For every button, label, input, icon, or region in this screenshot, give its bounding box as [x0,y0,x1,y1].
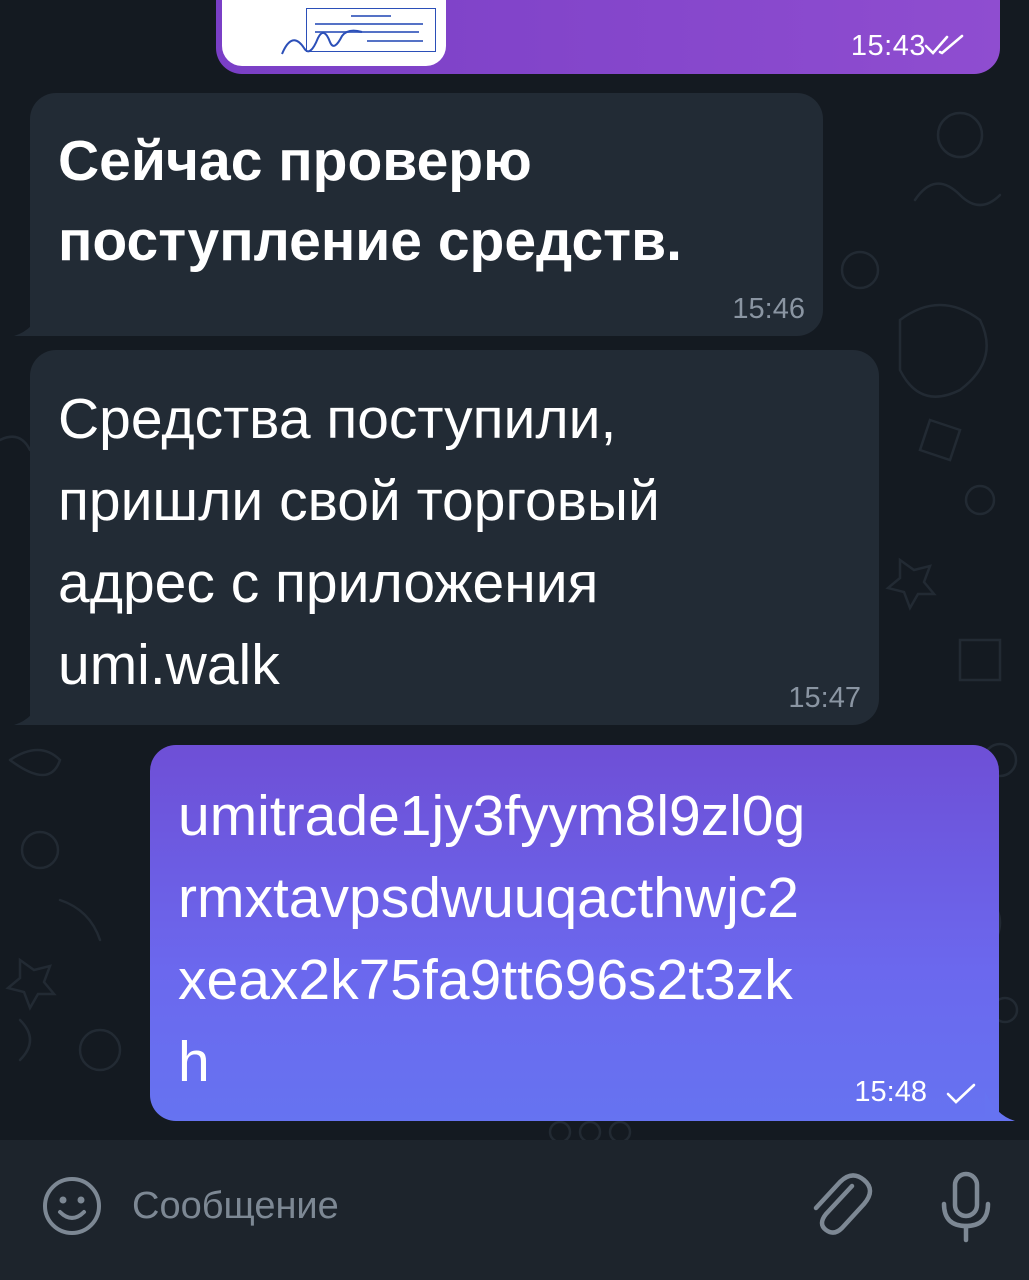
double-check-icon [924,34,964,55]
outgoing-message-bubble[interactable]: umitrade1jy3fyym8l9zl0g rmxtavpsdwuuqact… [150,745,999,1121]
document-thumbnail[interactable] [222,0,446,66]
message-text: Сейчас проверю поступление средств. [58,129,682,273]
message-text: Средства поступили, пришли свой торговый… [58,387,660,697]
bubble-tail [14,695,44,725]
message-time: 15:43 [850,30,926,62]
message-time: 15:47 [788,682,861,714]
smiley-icon[interactable] [40,1174,104,1238]
outgoing-document-bubble[interactable]: 15:43 [216,0,1000,74]
incoming-message-bubble[interactable]: Средства поступили, пришли свой торговый… [30,350,879,725]
message-text: umitrade1jy3fyym8l9zl0g rmxtavpsdwuuqact… [178,784,806,1094]
message-time: 15:46 [732,293,805,325]
message-time: 15:48 [854,1076,927,1108]
message-composer [0,1140,1029,1280]
chat-screen: 15:43 Сейчас проверю поступление средств… [0,0,1029,1280]
bubble-tail [14,306,44,336]
microphone-icon[interactable] [936,1168,996,1248]
single-check-icon [946,1083,976,1104]
paperclip-icon[interactable] [808,1170,876,1242]
bubble-tail [985,1091,1015,1121]
message-input[interactable] [132,1176,772,1236]
incoming-message-bubble[interactable]: Сейчас проверю поступление средств. 15:4… [30,93,823,336]
signature-scribble [281,29,363,55]
